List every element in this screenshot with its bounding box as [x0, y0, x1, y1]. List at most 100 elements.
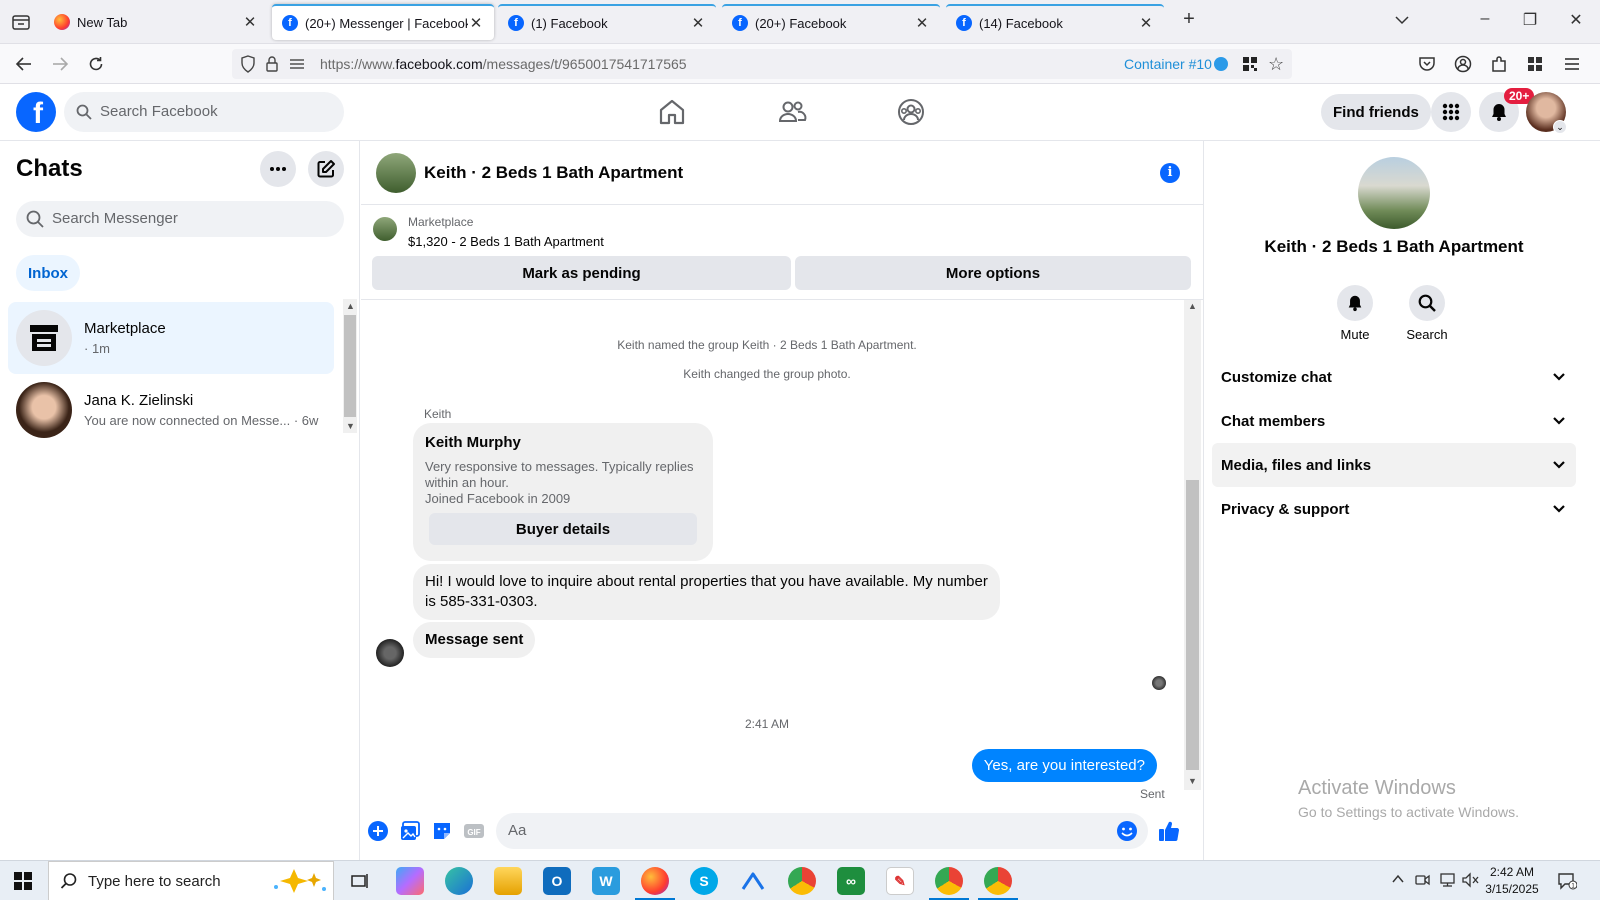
permissions-icon[interactable] — [289, 57, 305, 71]
close-icon[interactable]: ✕ — [242, 13, 258, 31]
extensions-icon[interactable] — [1490, 55, 1508, 73]
account-icon[interactable] — [1454, 55, 1472, 73]
incoming-message-bubble[interactable]: Hi! I would love to inquire about rental… — [413, 564, 1000, 620]
pocket-icon[interactable] — [1418, 55, 1436, 73]
new-message-button[interactable] — [308, 151, 344, 187]
section-label: Privacy & support — [1221, 500, 1350, 518]
facebook-icon: f — [732, 15, 748, 31]
show-hidden-icons-icon[interactable] — [1391, 872, 1405, 886]
facebook-logo-icon[interactable]: f — [16, 92, 56, 132]
taskbar-search-input[interactable]: Type here to search — [48, 861, 334, 900]
group-photo[interactable] — [1358, 157, 1430, 229]
close-icon[interactable]: ✕ — [690, 14, 706, 32]
tab-new-tab[interactable]: New Tab ✕ — [44, 4, 268, 40]
media-files-links-section[interactable]: Media, files and links — [1212, 443, 1576, 487]
qr-code-icon[interactable] — [1242, 56, 1258, 72]
meet-now-icon[interactable] — [1414, 872, 1430, 888]
star-icon[interactable]: ☆ — [1268, 54, 1284, 75]
messenger-search-input[interactable]: Search Messenger — [16, 201, 344, 237]
task-view-icon[interactable] — [346, 867, 374, 895]
search-in-chat-button[interactable]: Search — [1397, 285, 1457, 342]
chat-members-section[interactable]: Chat members — [1212, 399, 1576, 443]
windows-start-icon[interactable] — [14, 872, 32, 890]
message-sent-bubble[interactable]: Message sent — [413, 622, 536, 658]
back-button[interactable] — [13, 53, 35, 75]
reload-button[interactable] — [85, 53, 107, 75]
app-w-icon[interactable]: W — [592, 867, 620, 895]
copilot-icon[interactable] — [396, 867, 424, 895]
chat-options-button[interactable] — [260, 151, 296, 187]
home-icon[interactable] — [656, 96, 688, 128]
gif-icon[interactable]: GIF — [463, 820, 485, 842]
inbox-filter-tab[interactable]: Inbox — [16, 255, 80, 291]
notification-center-icon[interactable]: 1 — [1557, 872, 1577, 890]
list-all-tabs-icon[interactable] — [10, 11, 32, 33]
chrome-profile-r-icon[interactable] — [984, 867, 1012, 895]
more-options-button[interactable]: More options — [795, 256, 1191, 290]
close-icon[interactable]: ✕ — [468, 14, 484, 32]
message-thread: Keith named the group Keith · 2 Beds 1 B… — [361, 300, 1203, 801]
close-window-button[interactable]: ✕ — [1564, 10, 1588, 30]
menu-icon[interactable] — [1563, 55, 1581, 73]
forward-button[interactable] — [49, 53, 71, 75]
customize-chat-section[interactable]: Customize chat — [1212, 355, 1576, 399]
facebook-search-input[interactable]: Search Facebook — [64, 92, 344, 132]
conversation-item-jana[interactable]: Jana K. Zielinski You are now connected … — [8, 374, 334, 446]
close-icon[interactable]: ✕ — [1138, 14, 1154, 32]
system-clock[interactable]: 2:42 AM 3/15/2025 — [1476, 864, 1548, 898]
skype-icon[interactable]: S — [690, 867, 718, 895]
container-label[interactable]: Container #10 — [1124, 56, 1212, 72]
new-tab-button[interactable]: + — [1177, 8, 1201, 31]
outgoing-message-bubble[interactable]: Yes, are you interested? — [971, 749, 1157, 782]
chrome-profile-gm-icon[interactable] — [935, 867, 963, 895]
emoji-icon[interactable] — [1116, 820, 1138, 842]
shield-icon[interactable] — [240, 55, 256, 73]
tab-facebook-2[interactable]: f (20+) Facebook ✕ — [722, 4, 940, 40]
restore-button[interactable]: ❐ — [1518, 10, 1542, 30]
app-tool-icon[interactable]: ✎ — [886, 867, 914, 895]
lock-icon[interactable] — [265, 55, 279, 73]
minimize-button[interactable]: – — [1473, 10, 1497, 28]
mute-button[interactable]: Mute — [1325, 285, 1385, 342]
edge-icon[interactable] — [445, 867, 473, 895]
tab-facebook-3[interactable]: f (14) Facebook ✕ — [946, 4, 1164, 40]
firefox-icon[interactable] — [641, 867, 669, 895]
friends-icon[interactable] — [776, 96, 808, 128]
groups-icon[interactable] — [895, 96, 927, 128]
thumbs-up-icon[interactable] — [1157, 819, 1180, 841]
find-friends-button[interactable]: Find friends — [1321, 94, 1431, 130]
message-input[interactable]: Aa — [496, 813, 1148, 849]
image-icon[interactable] — [399, 820, 421, 842]
listing-thumbnail[interactable] — [373, 217, 397, 241]
plus-circle-icon[interactable] — [367, 820, 389, 842]
listing-title[interactable]: $1,320 - 2 Beds 1 Bath Apartment — [408, 234, 604, 249]
menu-grid-button[interactable] — [1431, 92, 1471, 132]
conversation-item-marketplace[interactable]: Marketplace · 1m — [8, 302, 334, 374]
address-bar[interactable]: https://www.facebook.com/messages/t/9650… — [232, 49, 1292, 79]
sticker-icon[interactable] — [431, 820, 453, 842]
outlook-icon[interactable]: O — [543, 867, 571, 895]
thread-scrollbar[interactable]: ▲ ▼ — [1184, 300, 1201, 790]
sidebar-scrollbar[interactable]: ▲ ▼ — [343, 299, 357, 433]
chevron-down-icon[interactable]: ⌄ — [1553, 120, 1567, 134]
seen-avatar — [1152, 676, 1166, 690]
apps-grid-icon[interactable] — [1526, 55, 1544, 73]
scrollbar-thumb[interactable] — [344, 315, 356, 417]
app-green-icon[interactable]: ∞ — [837, 867, 865, 895]
app-arc-icon[interactable] — [739, 867, 767, 895]
privacy-support-section[interactable]: Privacy & support — [1212, 487, 1576, 531]
mark-as-pending-button[interactable]: Mark as pending — [372, 256, 791, 290]
buyer-details-button[interactable]: Buyer details — [429, 513, 697, 545]
scrollbar-thumb[interactable] — [1186, 480, 1199, 770]
network-icon[interactable] — [1438, 872, 1456, 888]
info-icon[interactable]: i — [1160, 163, 1180, 183]
tab-facebook-1[interactable]: f (1) Facebook ✕ — [498, 4, 716, 40]
chevron-down-icon[interactable] — [1390, 10, 1414, 30]
tab-messenger[interactable]: f (20+) Messenger | Facebook ✕ — [272, 4, 494, 40]
file-explorer-icon[interactable] — [494, 867, 522, 895]
chrome-icon[interactable] — [788, 867, 816, 895]
avatar[interactable] — [376, 153, 416, 193]
avatar[interactable] — [376, 639, 404, 667]
close-icon[interactable]: ✕ — [914, 14, 930, 32]
conversation-title[interactable]: Keith · 2 Beds 1 Bath Apartment — [424, 163, 683, 183]
